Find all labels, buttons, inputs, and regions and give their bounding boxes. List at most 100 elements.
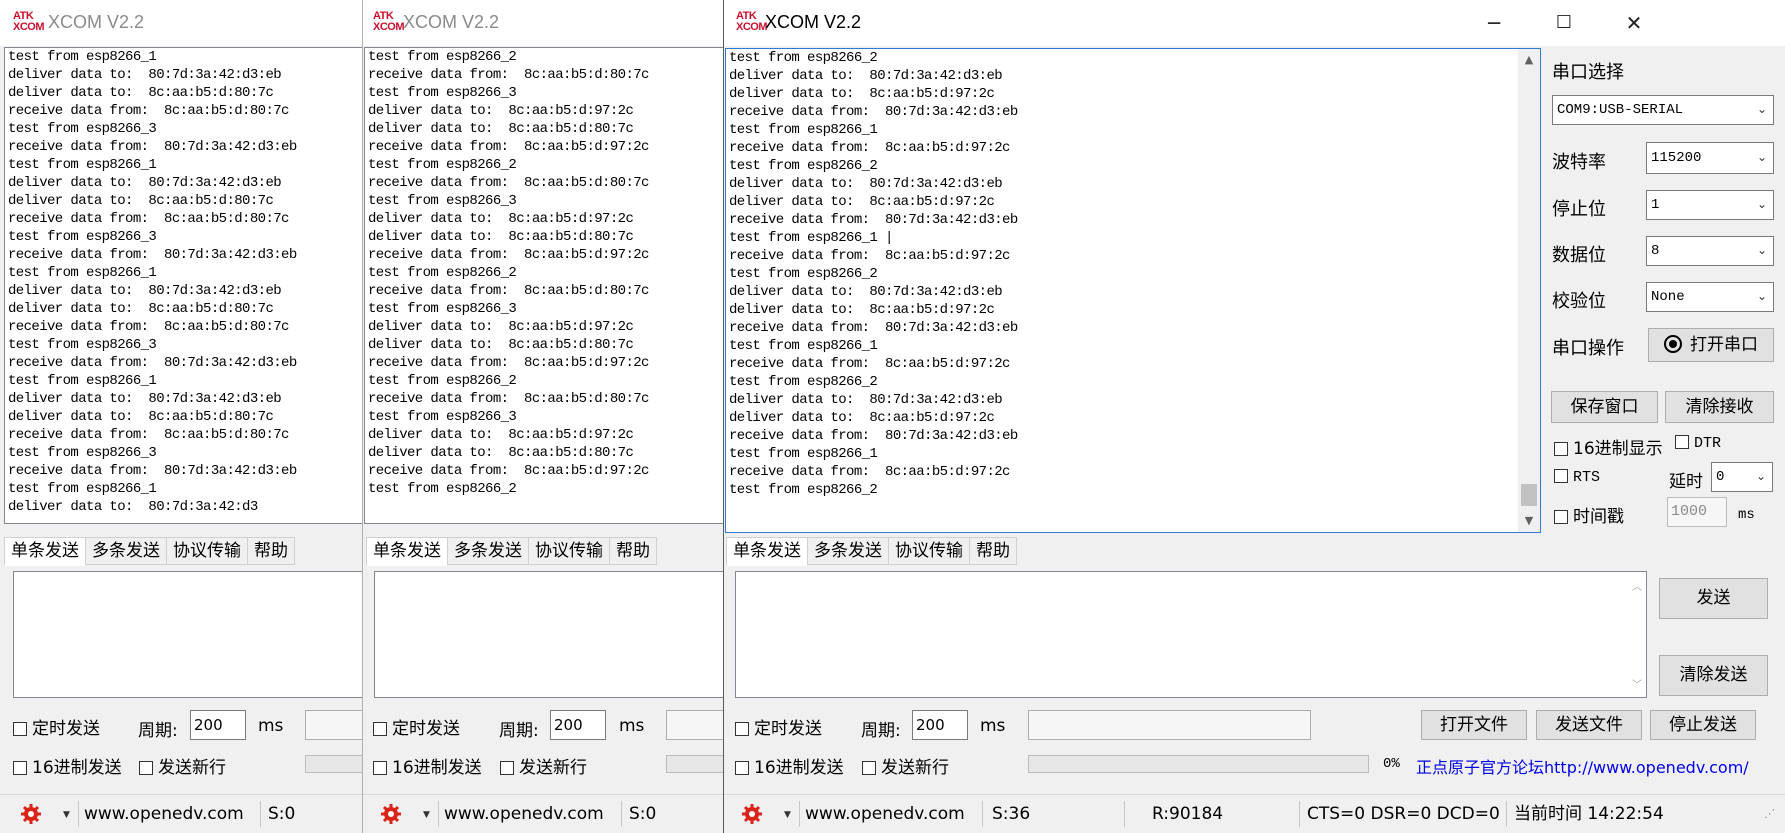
checkbox-icon	[735, 722, 749, 736]
title-bar[interactable]: ATK XCOM XCOM V2.2	[363, 0, 723, 46]
receive-line: deliver data to: 80:7d:3a:42:d3:eb	[729, 284, 1003, 300]
receive-area[interactable]: test from esp8266_1 deliver data to: 80:7…	[4, 47, 362, 524]
chevron-down-icon[interactable]: ▼	[423, 810, 430, 820]
timed-send-checkbox[interactable]: 定时发送	[373, 714, 460, 739]
tab-single-send[interactable]: 单条发送	[726, 537, 808, 566]
send-newline-checkbox[interactable]: 发送新行	[500, 753, 587, 778]
receive-line: test from esp8266_1	[729, 122, 878, 138]
gear-icon[interactable]	[741, 803, 763, 825]
receive-area[interactable]: test from esp8266_2 receive data from: 8c…	[364, 47, 723, 524]
stop-send-button[interactable]: 停止发送	[1650, 710, 1756, 740]
send-progress	[666, 755, 723, 773]
delay-select[interactable]: 0 ⌄	[1711, 462, 1773, 492]
scroll-up-icon[interactable]: ︿	[1628, 578, 1646, 593]
rts-checkbox[interactable]: RTS	[1554, 469, 1600, 486]
tab-single-send[interactable]: 单条发送	[366, 537, 448, 566]
clear-send-button[interactable]: 清除发送	[1659, 655, 1768, 696]
period-input[interactable]: 200	[912, 710, 968, 740]
forum-link[interactable]: 正点原子官方论坛http://www.openedv.com/	[1416, 754, 1749, 778]
chevron-down-icon[interactable]: ▼	[63, 810, 70, 820]
send-input[interactable]: ︿ ﹀	[735, 571, 1647, 698]
send-input[interactable]	[374, 571, 723, 698]
tab-help[interactable]: 帮助	[969, 537, 1017, 565]
receive-line: test from esp8266_3	[368, 301, 517, 317]
parity-select[interactable]: None ⌄	[1646, 282, 1774, 312]
timed-send-checkbox[interactable]: 定时发送	[735, 714, 822, 739]
gear-icon[interactable]	[20, 803, 42, 825]
receive-line: test from esp8266_2	[729, 158, 878, 174]
open-file-button[interactable]: 打开文件	[1421, 710, 1527, 740]
hex-send-checkbox[interactable]: 16进制发送	[373, 753, 482, 778]
send-scrollbar[interactable]: ︿ ﹀	[1628, 572, 1646, 697]
clear-receive-button[interactable]: 清除接收	[1665, 391, 1774, 423]
receive-line: receive data from: 8c:aa:b5:d:80:7c	[368, 67, 649, 83]
tab-single-send[interactable]: 单条发送	[4, 537, 86, 566]
status-url[interactable]: www.openedv.com	[84, 795, 244, 833]
receive-line: receive data from: 80:7d:3a:42:d3:eb	[729, 320, 1018, 336]
scroll-up-icon[interactable]: ▲	[1518, 49, 1540, 71]
receive-line: test from esp8266_3	[368, 193, 517, 209]
atk-xcom-logo: ATK XCOM	[373, 10, 405, 33]
status-bar: ▼ www.openedv.com S:36 R:90184 CTS=0 DSR…	[724, 794, 1785, 833]
port-select[interactable]: COM9:USB-SERIAL ⌄	[1552, 95, 1774, 125]
receive-line: receive data from: 8c:aa:b5:d:97:2c	[729, 464, 1010, 480]
open-port-button[interactable]: 打开串口	[1648, 328, 1774, 362]
maximize-button[interactable]: ☐	[1529, 0, 1599, 46]
stop-bits-select[interactable]: 1 ⌄	[1646, 190, 1774, 220]
resize-grip-icon[interactable]: ⋰	[1764, 795, 1775, 833]
dtr-checkbox[interactable]: DTR	[1675, 435, 1721, 452]
tab-protocol[interactable]: 协议传输	[528, 537, 610, 565]
status-sent-count: S:0	[268, 804, 296, 824]
hex-send-checkbox[interactable]: 16进制发送	[735, 753, 844, 778]
tab-help[interactable]: 帮助	[247, 537, 295, 565]
timed-send-checkbox[interactable]: 定时发送	[13, 714, 100, 739]
send-newline-checkbox[interactable]: 发送新行	[139, 753, 226, 778]
timestamp-interval-input[interactable]: 1000	[1667, 497, 1727, 527]
scroll-down-icon[interactable]: ▼	[1518, 510, 1540, 532]
period-label: 周期:	[499, 721, 539, 741]
receive-line: test from esp8266_2	[729, 266, 878, 282]
status-url[interactable]: www.openedv.com	[805, 795, 965, 833]
chevron-down-icon: ⌄	[1756, 198, 1767, 212]
chevron-down-icon[interactable]: ▼	[784, 810, 791, 820]
receive-line: test from esp8266_1 |	[729, 230, 893, 246]
receive-area[interactable]: test from esp8266_2deliver data to: 80:7…	[725, 48, 1541, 533]
chevron-down-icon: ⌄	[1756, 290, 1767, 304]
baud-select[interactable]: 115200 ⌄	[1646, 142, 1774, 174]
tab-protocol[interactable]: 协议传输	[888, 537, 970, 565]
minimize-button[interactable]: ─	[1459, 0, 1529, 46]
period-input[interactable]: 200	[550, 710, 606, 740]
receive-line: test from esp8266_2	[368, 157, 517, 173]
close-button[interactable]: ✕	[1599, 0, 1669, 46]
tab-multi-send[interactable]: 多条发送	[85, 537, 167, 565]
period-input[interactable]: 200	[190, 710, 246, 740]
receive-line: receive data from: 80:7d:3a:42:d3:eb	[729, 212, 1018, 228]
send-button[interactable]: 发送	[1659, 578, 1768, 619]
title-bar[interactable]: ATK XCOM XCOM V2.2 ─ ☐ ✕	[724, 0, 1785, 46]
tab-multi-send[interactable]: 多条发送	[807, 537, 889, 565]
gear-icon[interactable]	[380, 803, 402, 825]
title-bar[interactable]: ATK XCOM XCOM V2.2	[0, 0, 362, 46]
data-bits-select[interactable]: 8 ⌄	[1646, 236, 1774, 266]
tab-help[interactable]: 帮助	[609, 537, 657, 565]
send-file-button[interactable]: 发送文件	[1536, 710, 1642, 740]
tab-protocol[interactable]: 协议传输	[166, 537, 248, 565]
send-newline-checkbox[interactable]: 发送新行	[862, 753, 949, 778]
receive-line: deliver data to: 8c:aa:b5:d:80:7c	[8, 193, 274, 209]
scroll-down-icon[interactable]: ﹀	[1628, 676, 1646, 691]
status-url[interactable]: www.openedv.com	[444, 795, 604, 833]
save-window-button[interactable]: 保存窗口	[1551, 391, 1658, 423]
hex-send-checkbox[interactable]: 16进制发送	[13, 753, 122, 778]
tab-multi-send[interactable]: 多条发送	[447, 537, 529, 565]
data-bits-label: 数据位	[1552, 245, 1606, 266]
receive-line: test from esp8266_2	[368, 481, 517, 497]
timestamp-checkbox[interactable]: 时间戳	[1554, 502, 1624, 527]
receive-line: receive data from: 8c:aa:b5:d:97:2c	[729, 356, 1010, 372]
receive-line: deliver data to: 8c:aa:b5:d:97:2c	[729, 194, 995, 210]
receive-line: receive data from: 8c:aa:b5:d:97:2c	[729, 248, 1010, 264]
receive-scrollbar[interactable]: ▲ ▼	[1518, 49, 1540, 532]
send-input[interactable]	[13, 571, 362, 698]
scroll-thumb[interactable]	[1521, 484, 1537, 506]
hex-display-checkbox[interactable]: 16进制显示	[1554, 434, 1663, 459]
chevron-down-icon: ⌄	[1756, 103, 1767, 117]
